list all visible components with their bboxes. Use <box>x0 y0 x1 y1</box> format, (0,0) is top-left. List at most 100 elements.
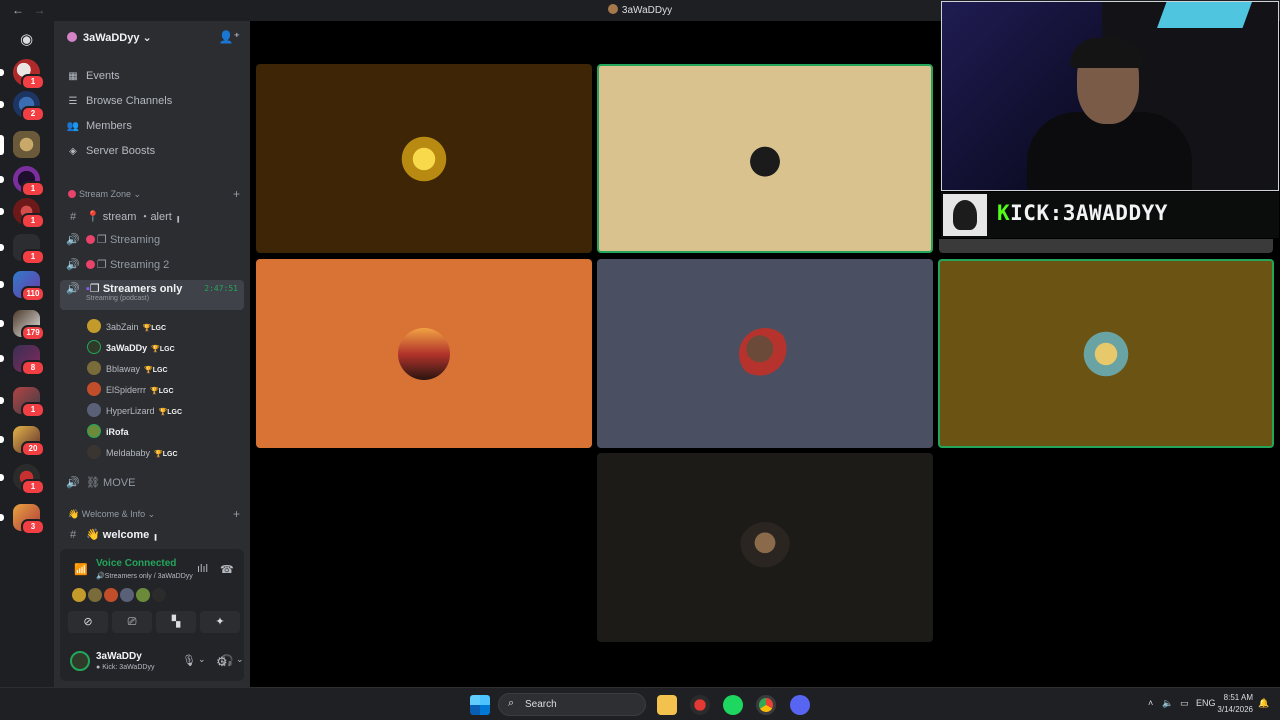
server-icon[interactable]: 2 <box>0 91 45 122</box>
display-icon[interactable]: ▭ <box>1180 698 1189 709</box>
app-icon[interactable] <box>690 695 710 715</box>
channel-streaming[interactable]: 🔊 ❐ Streaming <box>66 233 160 246</box>
channel-welcome[interactable]: # 👋 welcome ╻ <box>66 528 159 541</box>
screen-share-button[interactable]: ⎚ <box>112 611 152 633</box>
trophy-tag: 🏆LGC <box>154 451 178 458</box>
server-avatar-icon <box>67 32 77 42</box>
speaker-icon: 🔊 <box>66 477 80 489</box>
user-avatar[interactable] <box>70 651 90 671</box>
server-folder[interactable]: 179 <box>0 310 45 341</box>
notification-bell-icon[interactable]: 🔔 <box>1258 698 1269 709</box>
noise-suppression-icon[interactable]: ılıl <box>197 563 208 575</box>
unread-pip <box>0 281 4 288</box>
server-header[interactable]: 3aWaDDyy ⌄ 👤⁺ <box>54 21 250 55</box>
server-icon[interactable]: 1 <box>0 198 45 229</box>
wave-icon: 👋 <box>68 509 80 519</box>
soundboard-button[interactable]: ✦ <box>200 611 240 633</box>
invite-people-icon[interactable]: 👤⁺ <box>219 30 240 44</box>
clock[interactable]: 8:51 AM 3/14/2026 <box>1217 692 1253 716</box>
server-folder[interactable]: 3 <box>0 504 45 535</box>
server-icon-active[interactable] <box>0 131 40 158</box>
chrome-icon[interactable] <box>756 695 776 715</box>
avatar <box>136 588 150 602</box>
discord-home-icon[interactable]: ◉ <box>13 26 40 53</box>
mention-badge: 1 <box>21 74 45 90</box>
channel-streaming-2[interactable]: 🔊 ❐ Streaming 2 <box>66 258 169 271</box>
unread-pip <box>0 320 4 327</box>
speaker-icon: 🔊 <box>66 234 80 246</box>
taskbar-search[interactable]: ⌕ Search <box>498 693 646 716</box>
participant-tile[interactable] <box>597 453 933 642</box>
activities-button[interactable]: ▚ <box>156 611 196 633</box>
server-folder[interactable]: 110 <box>0 271 45 302</box>
avatar <box>87 382 101 396</box>
category-stream-zone[interactable]: Stream Zone ⌄ <box>68 189 141 200</box>
participant-tile[interactable] <box>938 259 1274 448</box>
participant-tile[interactable] <box>597 64 933 253</box>
channel-move[interactable]: 🔊 ⛓ MOVE <box>66 476 135 489</box>
participant-tile[interactable] <box>256 259 592 448</box>
server-icon[interactable]: 1 <box>0 59 45 90</box>
speaker-icon[interactable]: 🔈 <box>1162 698 1173 709</box>
participant-avatar <box>739 132 791 185</box>
chevron-down-icon[interactable]: ⌄ <box>236 654 244 665</box>
settings-gear-icon[interactable]: ⚙ <box>216 654 228 670</box>
voice-user[interactable]: 3abZain 🏆LGC <box>87 319 166 333</box>
category-welcome-info[interactable]: 👋 Welcome & Info ⌄ <box>68 509 155 520</box>
avatar <box>88 588 102 602</box>
chevron-down-icon[interactable]: ⌄ <box>198 654 206 665</box>
avatar <box>87 424 101 438</box>
participant-tile[interactable] <box>256 64 592 253</box>
discord-taskbar-icon[interactable] <box>790 695 810 715</box>
voice-connected-icon: 🔊 <box>66 283 80 295</box>
create-channel-plus-icon[interactable]: + <box>233 507 240 521</box>
voice-user[interactable]: Bblaway 🏆LGC <box>87 361 168 375</box>
disconnect-icon[interactable]: ☎ <box>220 563 234 576</box>
server-folder[interactable]: 1 <box>0 387 45 418</box>
participant-tile[interactable] <box>597 259 933 448</box>
server-folder[interactable]: 20 <box>0 426 45 457</box>
server-folder[interactable]: 1 <box>0 234 45 265</box>
create-channel-plus-icon[interactable]: + <box>233 187 240 201</box>
spotify-icon[interactable] <box>723 695 743 715</box>
language-indicator[interactable]: ENG <box>1196 698 1216 708</box>
pin-icon: 📍 <box>86 211 100 223</box>
mention-badge: 20 <box>21 441 45 457</box>
voice-user[interactable]: ElSpiderrr 🏆LGC <box>87 382 174 396</box>
voice-status[interactable]: Voice Connected <box>96 558 176 569</box>
windows-start-icon[interactable] <box>470 695 490 715</box>
trophy-tag: 🏆LGC <box>144 367 168 374</box>
trophy-tag: 🏆LGC <box>150 388 174 395</box>
channel-streamers-only[interactable]: 🔊 ▪❐ Streamers only 2:47:51 Streaming (po… <box>60 280 244 310</box>
browse-channels-icon: ☰ <box>68 96 78 107</box>
voice-user[interactable]: 3aWaDDy 🏆LGC <box>87 340 175 354</box>
members-icon: 👥 <box>66 121 80 132</box>
user-name[interactable]: 3aWaDDy <box>96 651 142 662</box>
trophy-tag: 🏆LGC <box>151 346 175 353</box>
participant-avatar <box>1080 327 1132 380</box>
server-icon[interactable]: 1 <box>0 464 45 495</box>
microphone-icon[interactable]: 🎙 <box>182 654 196 667</box>
camera-off-button[interactable]: ⊘ <box>68 611 108 633</box>
mention-badge: 1 <box>21 213 45 229</box>
voice-user[interactable]: iRofa <box>87 424 129 438</box>
menu-events[interactable]: ▦ Events <box>66 70 119 82</box>
kick-avatar <box>943 194 987 236</box>
unread-pip <box>0 436 4 443</box>
voice-user[interactable]: Meldababy 🏆LGC <box>87 445 178 459</box>
voice-user[interactable]: HyperLizard 🏆LGC <box>87 403 182 417</box>
mention-badge: 1 <box>21 249 45 265</box>
menu-server-boosts[interactable]: ◈ Server Boosts <box>66 145 155 157</box>
channel-status: Streaming (podcast) <box>86 295 150 302</box>
menu-browse-channels[interactable]: ☰ Browse Channels <box>66 95 173 107</box>
mention-badge: 8 <box>21 360 45 376</box>
mention-badge: 110 <box>21 286 45 302</box>
participant-avatar <box>398 327 450 380</box>
server-icon[interactable]: 1 <box>0 166 45 197</box>
server-list[interactable]: ◉ 1 2 1 1 1 110 179 8 1 20 1 3 <box>0 21 54 687</box>
chevron-up-icon[interactable]: ˄ <box>1148 698 1153 708</box>
menu-members[interactable]: 👥 Members <box>66 120 132 132</box>
server-folder[interactable]: 8 <box>0 345 45 376</box>
file-explorer-icon[interactable] <box>657 695 677 715</box>
channel-stream-alert[interactable]: # 📍 stream ・alert ╻ <box>66 208 182 224</box>
